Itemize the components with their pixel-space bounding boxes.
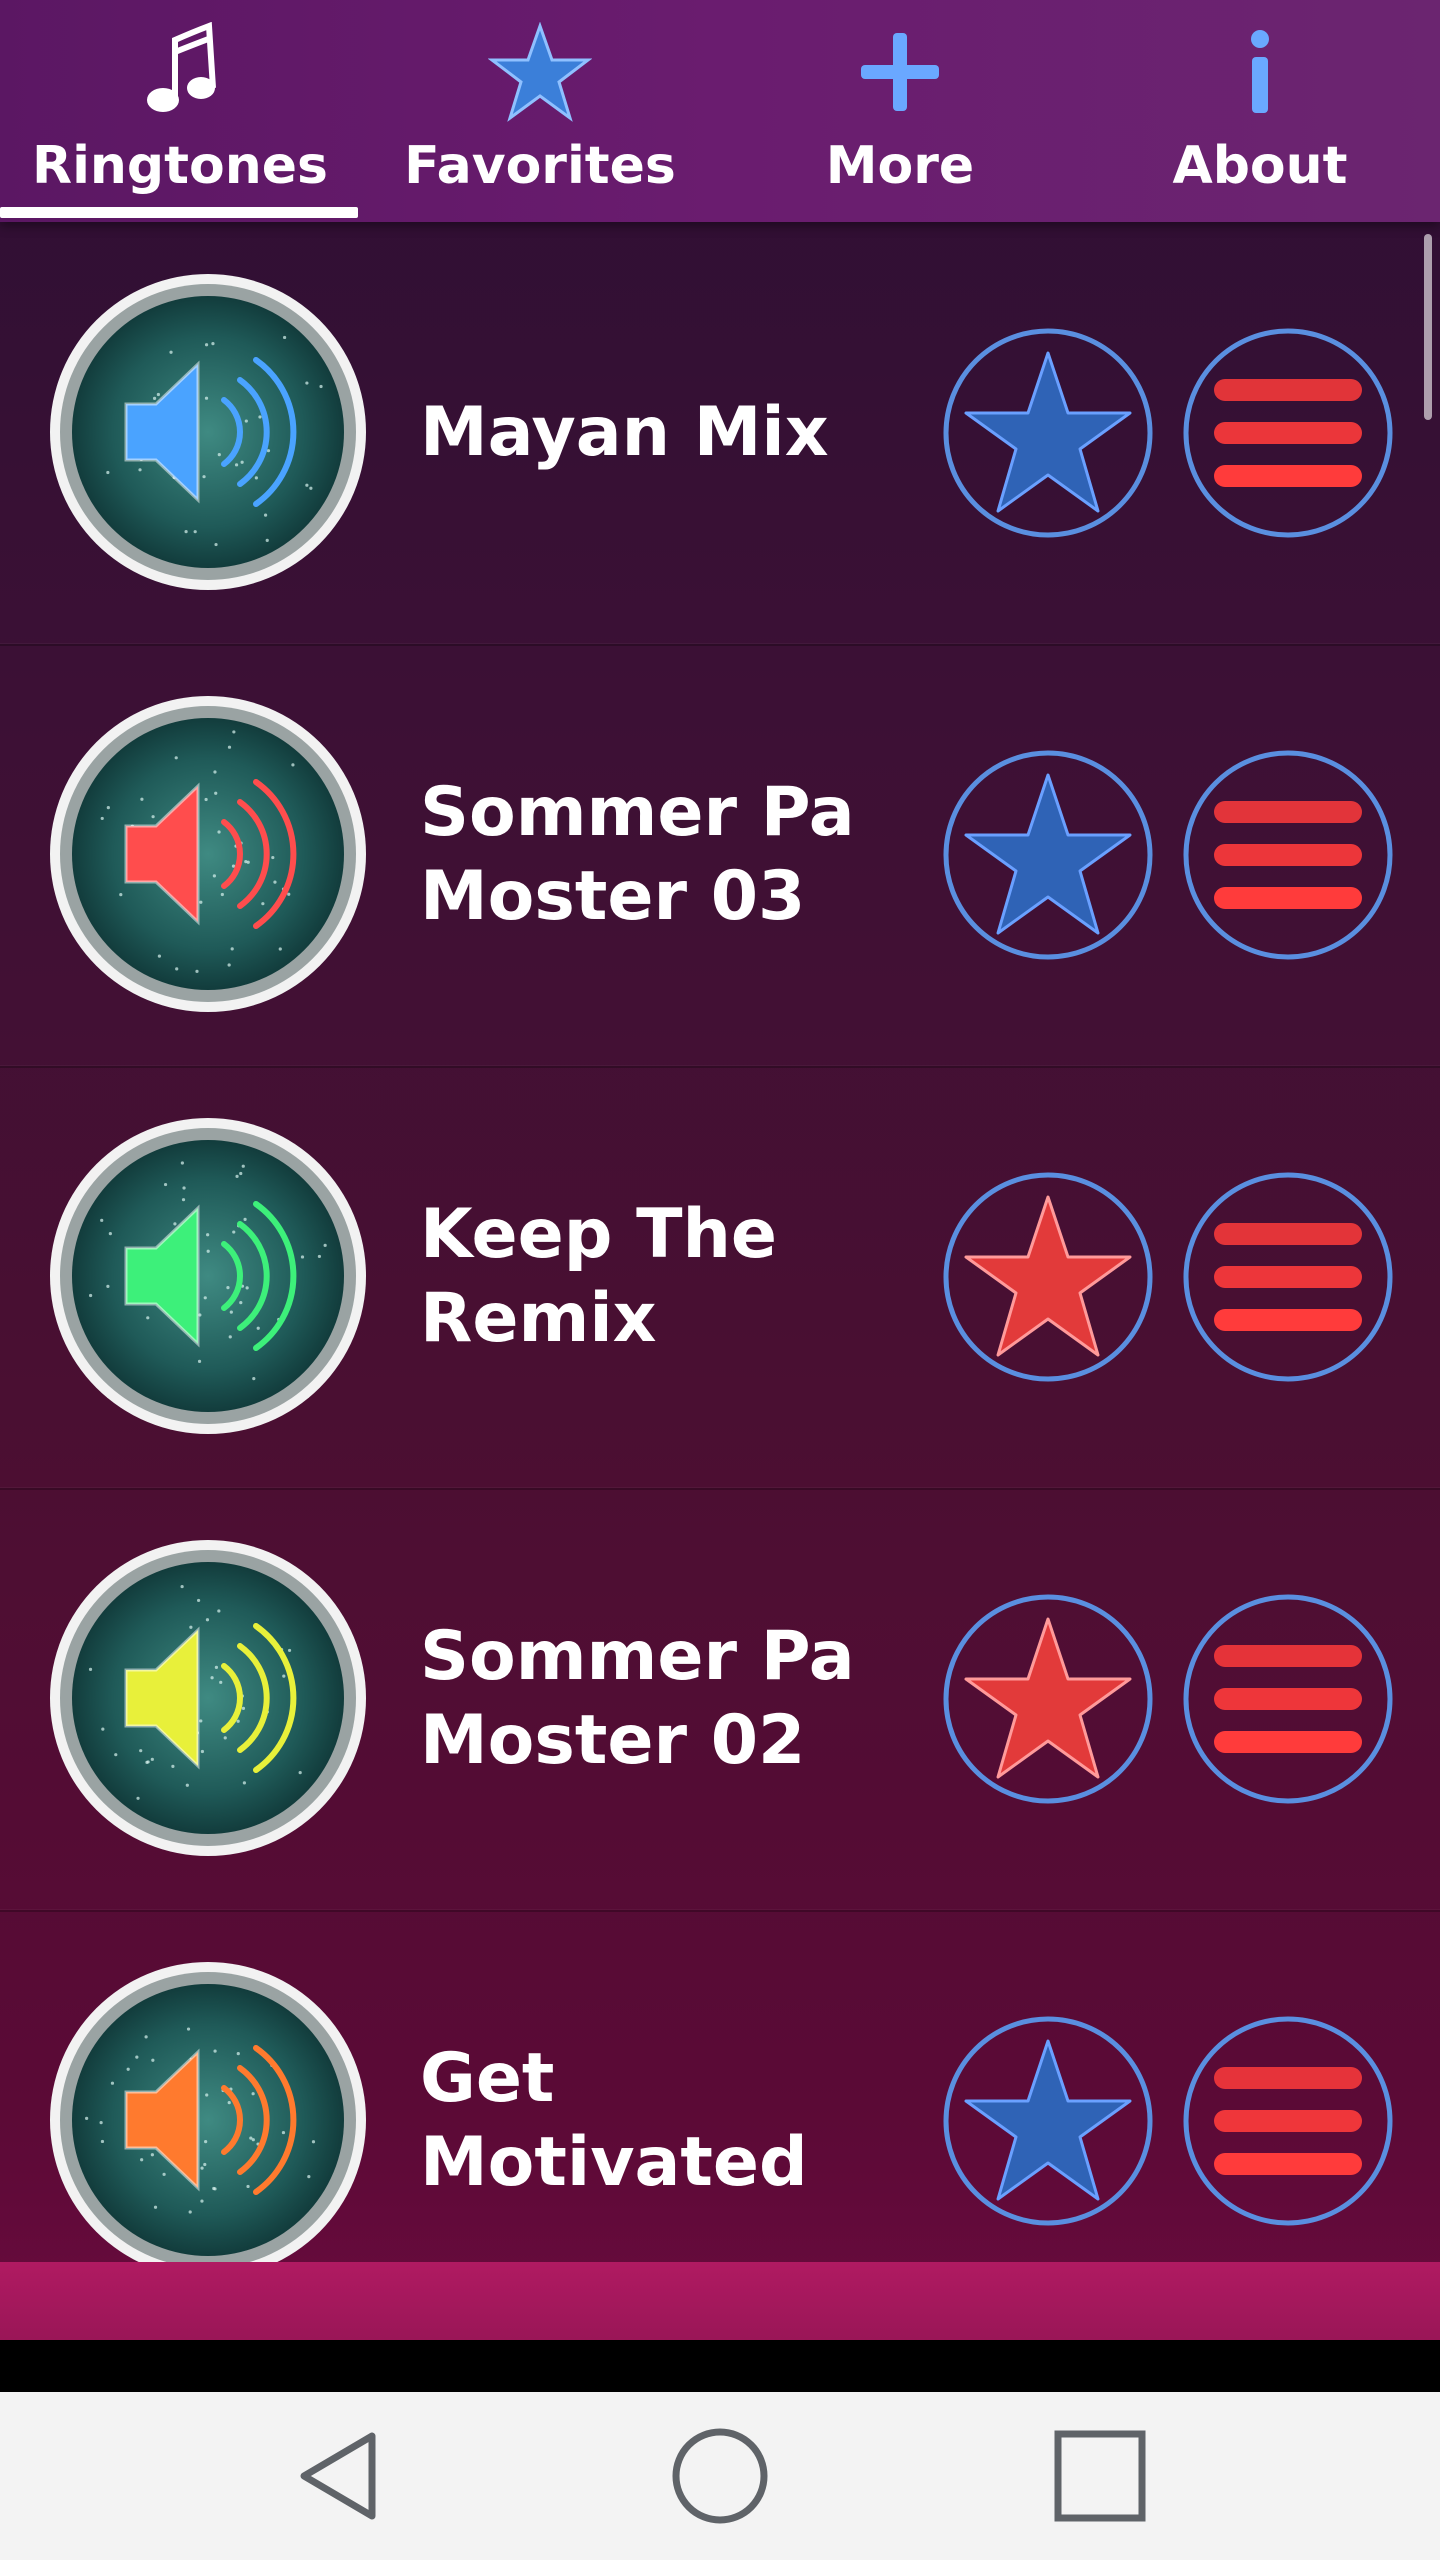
menu-icon bbox=[1183, 1594, 1393, 1804]
tab-label: More bbox=[825, 136, 975, 196]
recents-button[interactable] bbox=[1040, 2420, 1160, 2532]
ringtone-row: Get Motivated bbox=[0, 1910, 1440, 2262]
options-menu-button[interactable] bbox=[1180, 1169, 1396, 1385]
speaker-icon bbox=[50, 274, 366, 590]
options-menu-button[interactable] bbox=[1180, 1591, 1396, 1807]
favorite-button[interactable] bbox=[940, 747, 1156, 963]
home-circle-icon bbox=[672, 2428, 768, 2524]
info-icon bbox=[1200, 22, 1320, 122]
options-menu-button[interactable] bbox=[1180, 325, 1396, 541]
star-icon bbox=[943, 2016, 1153, 2226]
top-tab-bar: Ringtones Favorites More About bbox=[0, 0, 1440, 222]
tab-about[interactable]: About bbox=[1080, 0, 1440, 222]
tab-label: Ringtones bbox=[32, 136, 328, 196]
recents-square-icon bbox=[1054, 2430, 1146, 2522]
tab-more[interactable]: More bbox=[720, 0, 1080, 222]
ringtone-row: Sommer Pa Moster 02 bbox=[0, 1488, 1440, 1912]
tab-label: Favorites bbox=[404, 136, 676, 196]
menu-icon bbox=[1183, 1172, 1393, 1382]
ringtone-title: Keep The Remix bbox=[420, 1195, 777, 1358]
speaker-icon bbox=[50, 1540, 366, 1856]
back-triangle-icon bbox=[300, 2432, 376, 2520]
options-menu-button[interactable] bbox=[1180, 2013, 1396, 2229]
ringtone-title: Sommer Pa Moster 02 bbox=[420, 1617, 855, 1780]
speaker-icon bbox=[50, 1962, 366, 2262]
menu-icon bbox=[1183, 2016, 1393, 2226]
favorite-button[interactable] bbox=[940, 1169, 1156, 1385]
star-icon bbox=[943, 328, 1153, 538]
home-button[interactable] bbox=[660, 2420, 780, 2532]
play-button[interactable] bbox=[48, 1116, 368, 1436]
music-note-icon bbox=[120, 22, 240, 122]
ringtone-list[interactable]: Mayan Mix Sommer Pa Moster 03 Keep The R… bbox=[0, 222, 1440, 2262]
ringtone-title: Mayan Mix bbox=[420, 393, 829, 472]
bottom-banner-area bbox=[0, 2262, 1440, 2340]
ringtone-title: Sommer Pa Moster 03 bbox=[420, 773, 855, 936]
play-button[interactable] bbox=[48, 694, 368, 1014]
ringtone-row: Sommer Pa Moster 03 bbox=[0, 644, 1440, 1068]
menu-icon bbox=[1183, 328, 1393, 538]
star-icon bbox=[943, 1172, 1153, 1382]
ringtone-row: Keep The Remix bbox=[0, 1066, 1440, 1490]
speaker-icon bbox=[50, 696, 366, 1012]
play-button[interactable] bbox=[48, 272, 368, 592]
star-icon bbox=[943, 1594, 1153, 1804]
menu-icon bbox=[1183, 750, 1393, 960]
ringtone-row: Mayan Mix bbox=[0, 222, 1440, 646]
ringtone-title: Get Motivated bbox=[420, 2039, 808, 2202]
star-icon bbox=[943, 750, 1153, 960]
favorite-button[interactable] bbox=[940, 325, 1156, 541]
scrollbar[interactable] bbox=[1424, 234, 1432, 420]
favorite-button[interactable] bbox=[940, 2013, 1156, 2229]
favorite-button[interactable] bbox=[940, 1591, 1156, 1807]
app-screen: Ringtones Favorites More About Mayan Mix… bbox=[0, 0, 1440, 2340]
star-icon bbox=[480, 22, 600, 122]
tab-ringtones[interactable]: Ringtones bbox=[0, 0, 360, 222]
play-button[interactable] bbox=[48, 1960, 368, 2262]
speaker-icon bbox=[50, 1118, 366, 1434]
tab-label: About bbox=[1172, 136, 1348, 196]
options-menu-button[interactable] bbox=[1180, 747, 1396, 963]
bottom-divider bbox=[0, 2340, 1440, 2392]
plus-icon bbox=[840, 22, 960, 122]
back-button[interactable] bbox=[280, 2420, 400, 2532]
play-button[interactable] bbox=[48, 1538, 368, 1858]
tab-favorites[interactable]: Favorites bbox=[360, 0, 720, 222]
